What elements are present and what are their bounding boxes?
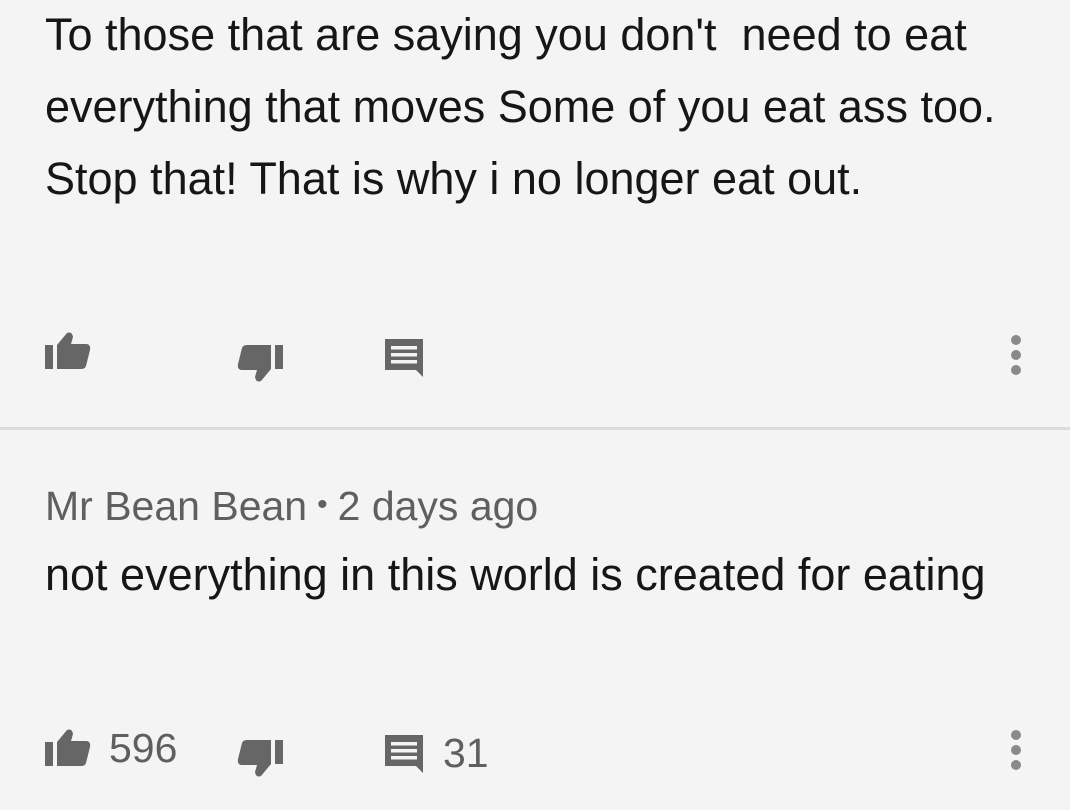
like-button[interactable] <box>45 331 91 371</box>
comment-text: not everything in this world is created … <box>45 549 986 600</box>
more-vert-icon <box>1011 730 1021 740</box>
like-count: 596 <box>109 725 178 771</box>
thumbs-up-icon <box>45 331 91 371</box>
thumbs-up-icon <box>45 728 91 768</box>
reply-button[interactable]: 31 <box>383 731 489 775</box>
thumbs-down-icon <box>237 343 283 383</box>
comment-item: To those that are saying you don't need … <box>0 0 1070 428</box>
comment-author[interactable]: Mr Bean Bean <box>45 483 307 529</box>
reply-count: 31 <box>443 730 489 776</box>
comment-text: To those that are saying you don't need … <box>45 9 1009 204</box>
comment-icon <box>383 733 425 773</box>
comment-item: Mr Bean Bean • 2 days ago not everything i… <box>0 430 1070 810</box>
comment-time: 2 days ago <box>337 483 539 529</box>
separator-dot: • <box>317 488 328 521</box>
more-vert-icon <box>1011 335 1021 345</box>
more-options-button[interactable] <box>1006 333 1026 377</box>
like-button[interactable]: 596 <box>45 726 177 770</box>
reply-button[interactable] <box>383 337 425 377</box>
dislike-button[interactable] <box>237 343 283 383</box>
comment-icon <box>383 337 425 377</box>
thumbs-down-icon <box>237 738 283 778</box>
comment-meta: Mr Bean Bean • 2 days ago <box>45 480 538 531</box>
dislike-button[interactable] <box>237 738 283 778</box>
more-options-button[interactable] <box>1006 728 1026 772</box>
